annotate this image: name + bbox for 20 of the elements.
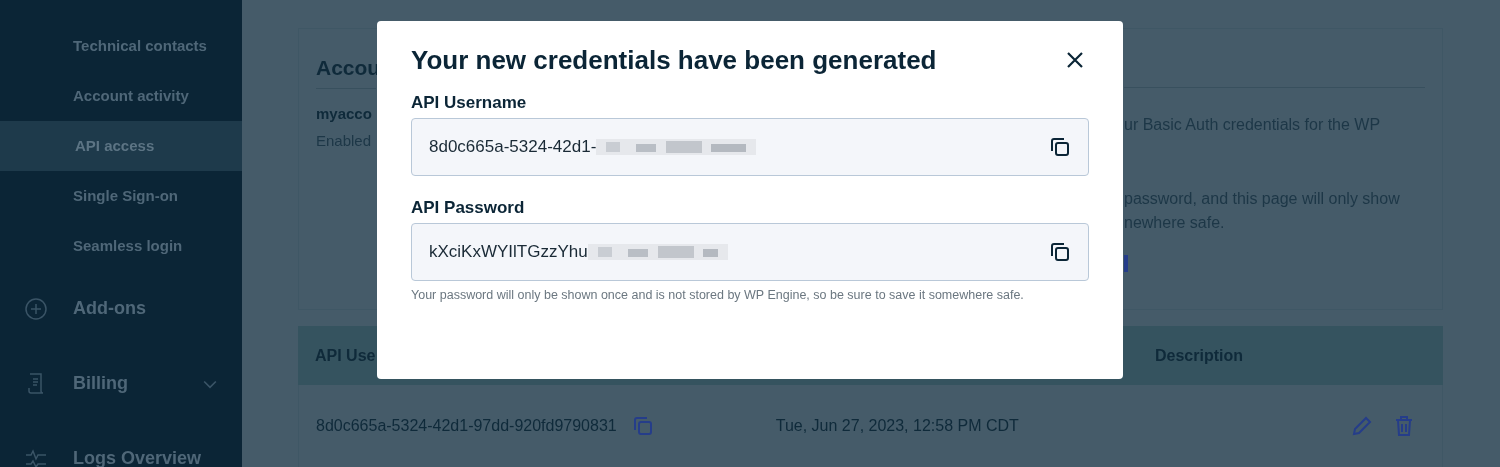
sidebar-section[interactable]: Billing [0,346,242,421]
field-value: 8d0c665a-5324-42d1- [429,136,597,159]
hint-text: Your password will only be shown once and is not stored by WP Engine, so be sure to save it somewhere safe. [411,287,1025,304]
sidebar-section[interactable]: Add-ons [0,271,242,346]
field-value: kXciKxWYIlTGzzYhu [429,241,588,264]
copy-icon[interactable] [1048,135,1072,159]
sidebar-item[interactable]: API access [0,121,242,171]
sidebar-item[interactable]: Account activity [0,71,242,121]
credential-field[interactable]: 8d0c665a-5324-42d1- [411,118,1089,176]
plus-circle-icon [24,296,48,321]
field-label: API Username [411,92,528,114]
field-label: API Password [411,197,526,219]
copy-icon[interactable] [1048,240,1072,264]
pencil-icon[interactable] [1350,414,1374,438]
sidebar-item[interactable]: Seamless login [0,221,242,271]
sidebar-section[interactable]: Logs Overview [0,421,242,467]
credential-field[interactable]: kXciKxWYIlTGzzYhu [411,223,1089,281]
sidebar-item[interactable]: Technical contacts [0,21,242,71]
dialog-title: Your new credentials have been generated [411,44,937,77]
sidebar-item[interactable]: Single Sign-on [0,171,242,221]
